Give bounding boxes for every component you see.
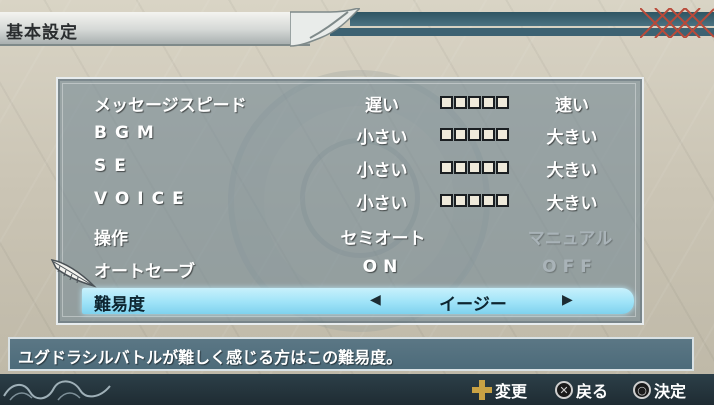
setting-row-se[interactable]: SE 小さい 大きい [80, 154, 640, 182]
level-meter[interactable] [440, 161, 514, 175]
meter-cell [496, 96, 509, 109]
hint-confirm-label: 決定 [654, 382, 687, 401]
meter-cell [496, 161, 509, 174]
setting-row-difficulty[interactable]: 難易度 ◀ イージー ▶ [80, 288, 640, 316]
setting-label: BGM [94, 123, 162, 143]
meter-cell [454, 194, 467, 207]
description-text: ユグドラシルバトルが難しく感じる方はこの難易度。 [18, 348, 403, 367]
difficulty-value: イージー [439, 295, 507, 315]
meter-cell [468, 161, 481, 174]
option-off[interactable]: OFF [505, 257, 635, 277]
level-meter[interactable] [440, 128, 514, 142]
meter-cell [454, 161, 467, 174]
setting-row-bgm[interactable]: BGM 小さい 大きい [80, 121, 640, 149]
meter-cell [440, 128, 453, 141]
meter-cell [496, 128, 509, 141]
title-swoosh-ornament [290, 8, 360, 47]
setting-row-voice[interactable]: VOICE 小さい 大きい [80, 187, 640, 215]
meter-cell [468, 96, 481, 109]
setting-low-label: 小さい [356, 128, 408, 148]
footer-ornament [3, 380, 111, 401]
meter-cell [440, 161, 453, 174]
arrow-left-icon[interactable]: ◀ [370, 292, 381, 308]
option-on[interactable]: ON [318, 257, 448, 277]
setting-low-label: 遅い [365, 96, 399, 116]
setting-label: VOICE [94, 189, 192, 209]
level-meter[interactable] [440, 96, 514, 110]
option-semi-auto[interactable]: セミオート [318, 224, 448, 249]
feather-cursor-icon [50, 259, 97, 288]
setting-row-operation[interactable]: 操作 セミオート マニュアル [80, 222, 640, 250]
meter-cell [440, 96, 453, 109]
description-bar: ユグドラシルバトルが難しく感じる方はこの難易度。 [8, 337, 694, 371]
meter-cell [454, 128, 467, 141]
option-manual[interactable]: マニュアル [505, 224, 635, 249]
setting-label: 難易度 [94, 295, 145, 315]
meter-cell [482, 161, 495, 174]
meter-cell [468, 128, 481, 141]
setting-row-autosave[interactable]: オートセーブ ON OFF [80, 255, 640, 283]
meter-cell [482, 128, 495, 141]
hint-change-label: 変更 [495, 382, 528, 401]
hint-back[interactable]: ✕ 戻る [555, 378, 608, 402]
header: 基本設定 [0, 8, 714, 48]
setting-low-label: 小さい [356, 161, 408, 181]
hint-change: 変更 [472, 378, 527, 402]
setting-high-label: 大きい [546, 194, 598, 214]
setting-label: オートセーブ [94, 262, 195, 282]
meter-cell [454, 96, 467, 109]
meter-cell [496, 194, 509, 207]
meter-cell [482, 194, 495, 207]
page-title: 基本設定 [6, 23, 78, 43]
setting-label: 操作 [94, 229, 128, 249]
setting-high-label: 速い [555, 96, 589, 116]
header-lattice-ornament [640, 8, 714, 38]
hint-back-label: 戻る [576, 382, 609, 401]
circle-button-icon: ○ [633, 381, 651, 399]
cross-button-icon: ✕ [555, 381, 573, 399]
hint-confirm[interactable]: ○ 決定 [633, 378, 686, 402]
arrow-right-icon[interactable]: ▶ [562, 292, 573, 308]
meter-cell [468, 194, 481, 207]
level-meter[interactable] [440, 194, 514, 208]
setting-high-label: 大きい [546, 161, 598, 181]
setting-label: SE [94, 156, 134, 176]
meter-cell [440, 194, 453, 207]
setting-high-label: 大きい [546, 128, 598, 148]
selection-highlight [82, 288, 634, 314]
dpad-icon [472, 380, 492, 400]
setting-label: メッセージスピード [94, 96, 247, 116]
meter-cell [482, 96, 495, 109]
setting-low-label: 小さい [356, 194, 408, 214]
setting-row-message-speed[interactable]: メッセージスピード 遅い 速い [80, 89, 640, 117]
title-bar: 基本設定 [0, 12, 310, 46]
